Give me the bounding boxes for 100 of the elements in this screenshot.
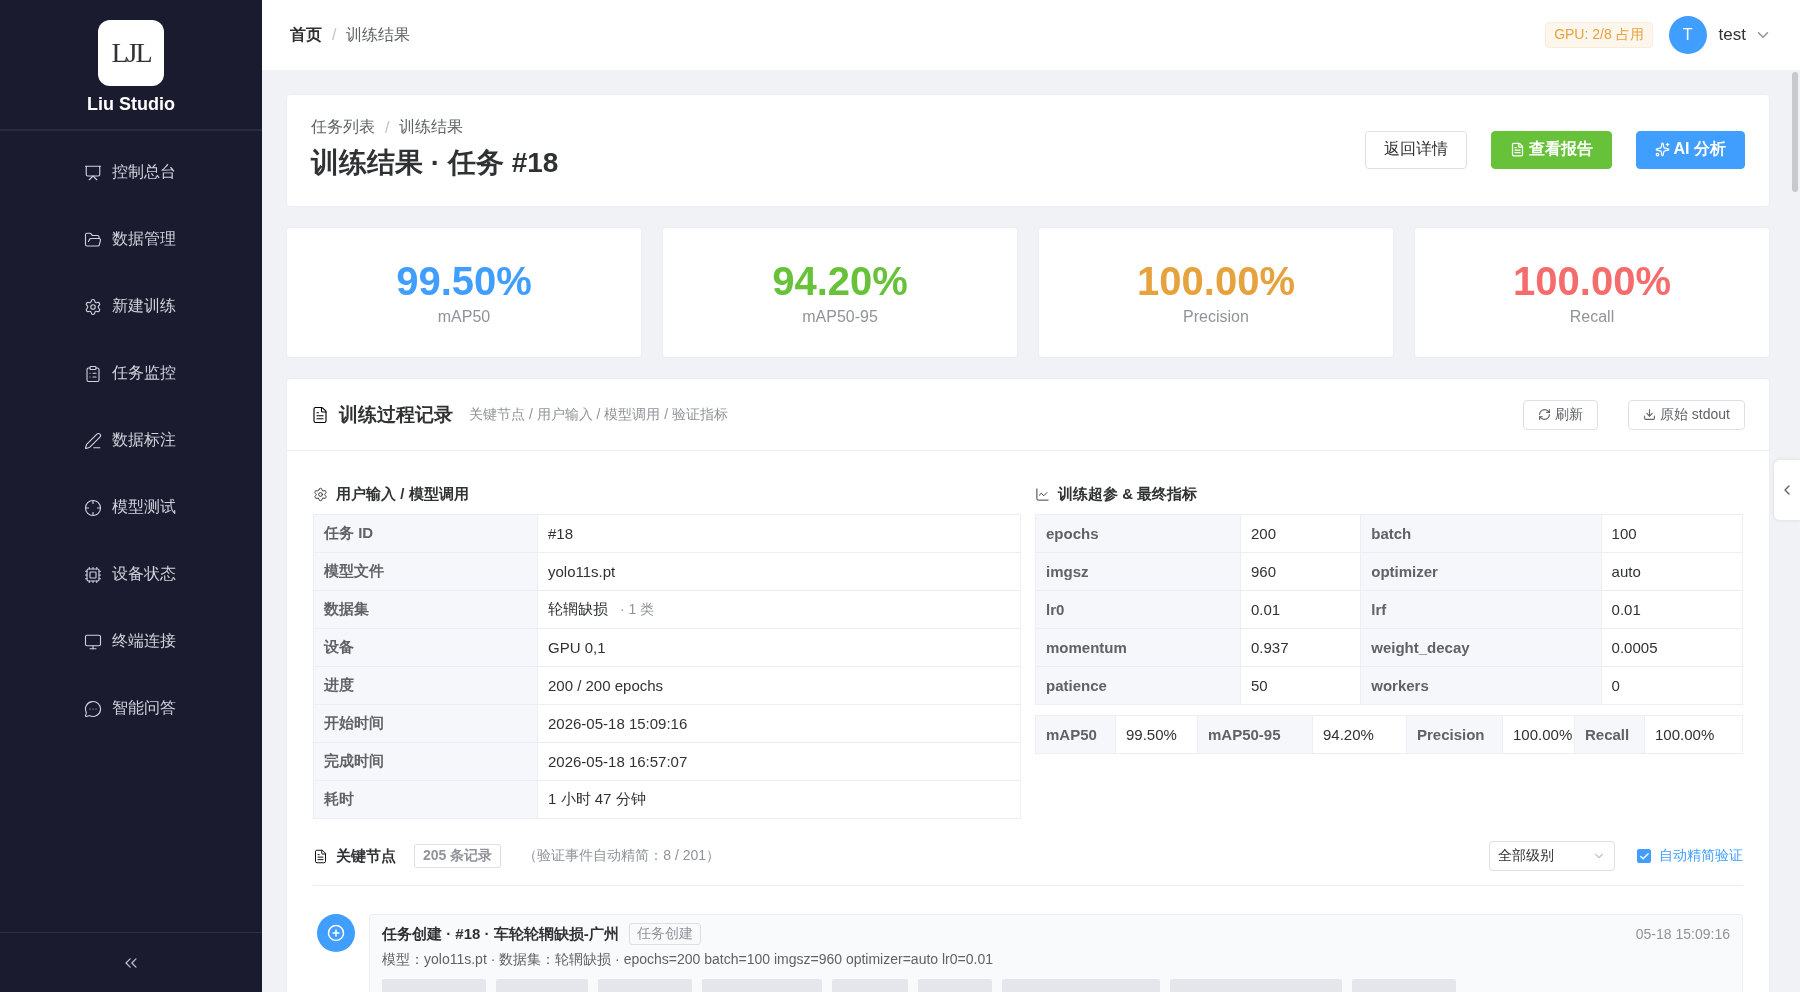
stat-label: Recall — [1569, 308, 1615, 326]
table-value-cell: 99.50% — [1116, 716, 1198, 754]
table-label-cell: 开始时间 — [314, 705, 538, 743]
section-subtitle: 关键节点 / 用户输入 / 模型调用 / 验证指标 — [469, 405, 729, 424]
breadcrumb-item[interactable]: 首页 — [290, 24, 322, 46]
table-label-cell: 完成时间 — [314, 743, 538, 781]
table-label-cell: batch — [1361, 515, 1602, 553]
stat-value: 94.20% — [772, 259, 908, 304]
table-value-cell: 1 小时 47 分钟 — [538, 781, 1021, 819]
table-label-cell: 进度 — [314, 667, 538, 705]
table-label-cell: patience — [1036, 667, 1241, 705]
table-value-cell: 100.00% — [1645, 716, 1743, 754]
table-value-cell: 100.00% — [1503, 716, 1575, 754]
checkbox[interactable] — [1637, 849, 1651, 863]
table-label-cell: workers — [1361, 667, 1602, 705]
table-value-cell: 50 — [1241, 667, 1362, 705]
table-value-cell: 94.20% — [1313, 716, 1407, 754]
table-value-cell: 0 — [1601, 667, 1743, 705]
sidebar-item[interactable]: 控制总台 — [0, 139, 262, 206]
refresh-icon — [1537, 408, 1551, 421]
download-icon — [1642, 408, 1656, 421]
table-label-cell: 设备 — [314, 629, 538, 667]
crosshair-icon — [84, 498, 102, 517]
pen-icon — [84, 431, 102, 450]
sidebar-item[interactable]: 数据管理 — [0, 206, 262, 273]
event-time: 05-18 15:09:16 — [1635, 926, 1730, 942]
document-icon — [311, 405, 329, 424]
cell-text: 轮辋缺损 — [548, 600, 608, 619]
sparkle-icon — [1654, 142, 1670, 157]
level-select[interactable]: 全部级别 — [1489, 841, 1615, 871]
action-button[interactable]: 返回详情 — [1364, 130, 1467, 169]
brand-logo: LJL — [98, 20, 164, 86]
table-value-cell: GPU 0,1 — [538, 629, 1021, 667]
table-value-cell: auto — [1601, 553, 1743, 591]
gear-icon — [313, 487, 328, 502]
sidebar-item[interactable]: 设备状态 — [0, 541, 262, 608]
table-value-cell: 0.01 — [1241, 591, 1362, 629]
chart-icon — [1035, 487, 1050, 502]
clipboard-icon — [84, 364, 102, 383]
stat-label: mAP50 — [437, 308, 491, 326]
breadcrumb-item[interactable]: 任务列表 — [311, 117, 375, 138]
subsection-title: 用户输入 / 模型调用 — [336, 485, 469, 504]
sidebar-item[interactable]: 模型测试 — [0, 474, 262, 541]
table-value-cell: 200 — [1241, 515, 1362, 553]
table-label-cell: weight_decay — [1361, 629, 1602, 667]
table-value-cell: 960 — [1241, 553, 1362, 591]
plus-circle-icon — [327, 924, 345, 942]
table-value-cell: 0.937 — [1241, 629, 1362, 667]
sidebar-item[interactable]: 终端连接 — [0, 608, 262, 675]
stat-value: 100.00% — [1137, 259, 1295, 304]
table-label-cell: 模型文件 — [314, 553, 538, 591]
sidebar-item[interactable]: 新建训练 — [0, 273, 262, 340]
sidebar-item[interactable]: 智能问答 — [0, 675, 262, 742]
event-title: 任务创建 · #18 · 车轮轮辋缺损-广州 — [382, 924, 619, 944]
gear-icon — [84, 297, 102, 316]
table-label-cell: mAP50 — [1036, 716, 1116, 754]
table-label-cell: epochs — [1036, 515, 1241, 553]
table-label-cell: 数据集 — [314, 591, 538, 629]
event-detail: 模型：yolo11s.pt · 数据集：轮辋缺损 · epochs=200 batch=100 imgsz=960 optimizer=auto lr0=0.01 — [382, 951, 994, 969]
table-label-cell: Precision — [1407, 716, 1503, 754]
breadcrumb-separator: / — [332, 26, 337, 44]
table-value-cell: 2026-05-18 15:09:16 — [538, 705, 1021, 743]
page-title: 训练结果 · 任务 #18 — [311, 146, 560, 180]
table-label-cell: imgsz — [1036, 553, 1241, 591]
table-label-cell: 耗时 — [314, 781, 538, 819]
presentation-icon — [84, 163, 102, 182]
document-icon — [1509, 142, 1525, 157]
side-toggle-tab[interactable] — [1774, 460, 1800, 520]
table-value-cell: 2026-05-18 16:57:07 — [538, 743, 1021, 781]
user-name[interactable]: test — [1718, 25, 1746, 45]
folder-icon — [84, 230, 102, 249]
sidebar-item[interactable]: 数据标注 — [0, 407, 262, 474]
breadcrumb-item: 训练结果 — [399, 117, 464, 137]
table-value-cell: 0.0005 — [1601, 629, 1743, 667]
stat-label: Precision — [1183, 308, 1249, 326]
monitor-icon — [84, 632, 102, 651]
record-count-tag: 205 条记录 — [414, 844, 502, 868]
scrollbar-thumb[interactable] — [1792, 72, 1798, 192]
chip-icon — [84, 565, 102, 584]
table-value-cell: 200 / 200 epochs — [538, 667, 1021, 705]
cell-note: · 1 类 — [620, 600, 655, 619]
sidebar-item[interactable]: 任务监控 — [0, 340, 262, 407]
refresh-button[interactable]: 刷新 — [1522, 399, 1598, 430]
table-label-cell: mAP50-95 — [1198, 716, 1313, 754]
breadcrumb-separator: / — [385, 118, 390, 137]
stat-value: 99.50% — [396, 259, 532, 304]
table-label-cell: Recall — [1575, 716, 1645, 754]
event-tag: 任务创建 — [628, 923, 701, 945]
table-value-cell: 0.01 — [1601, 591, 1743, 629]
subsection-title: 训练超参 & 最终指标 — [1058, 485, 1198, 504]
subsection-title: 关键节点 — [336, 846, 396, 866]
stat-value: 100.00% — [1513, 259, 1671, 304]
download-button[interactable]: 原始 stdout — [1627, 399, 1745, 430]
brand-name: Liu Studio — [87, 94, 175, 115]
table-label-cell: optimizer — [1361, 553, 1602, 591]
table-label-cell: momentum — [1036, 629, 1241, 667]
stat-label: mAP50-95 — [802, 308, 878, 326]
table-value-cell: yolo11s.pt — [538, 553, 1021, 591]
table-label-cell: lrf — [1361, 591, 1602, 629]
chat-icon — [84, 699, 102, 718]
